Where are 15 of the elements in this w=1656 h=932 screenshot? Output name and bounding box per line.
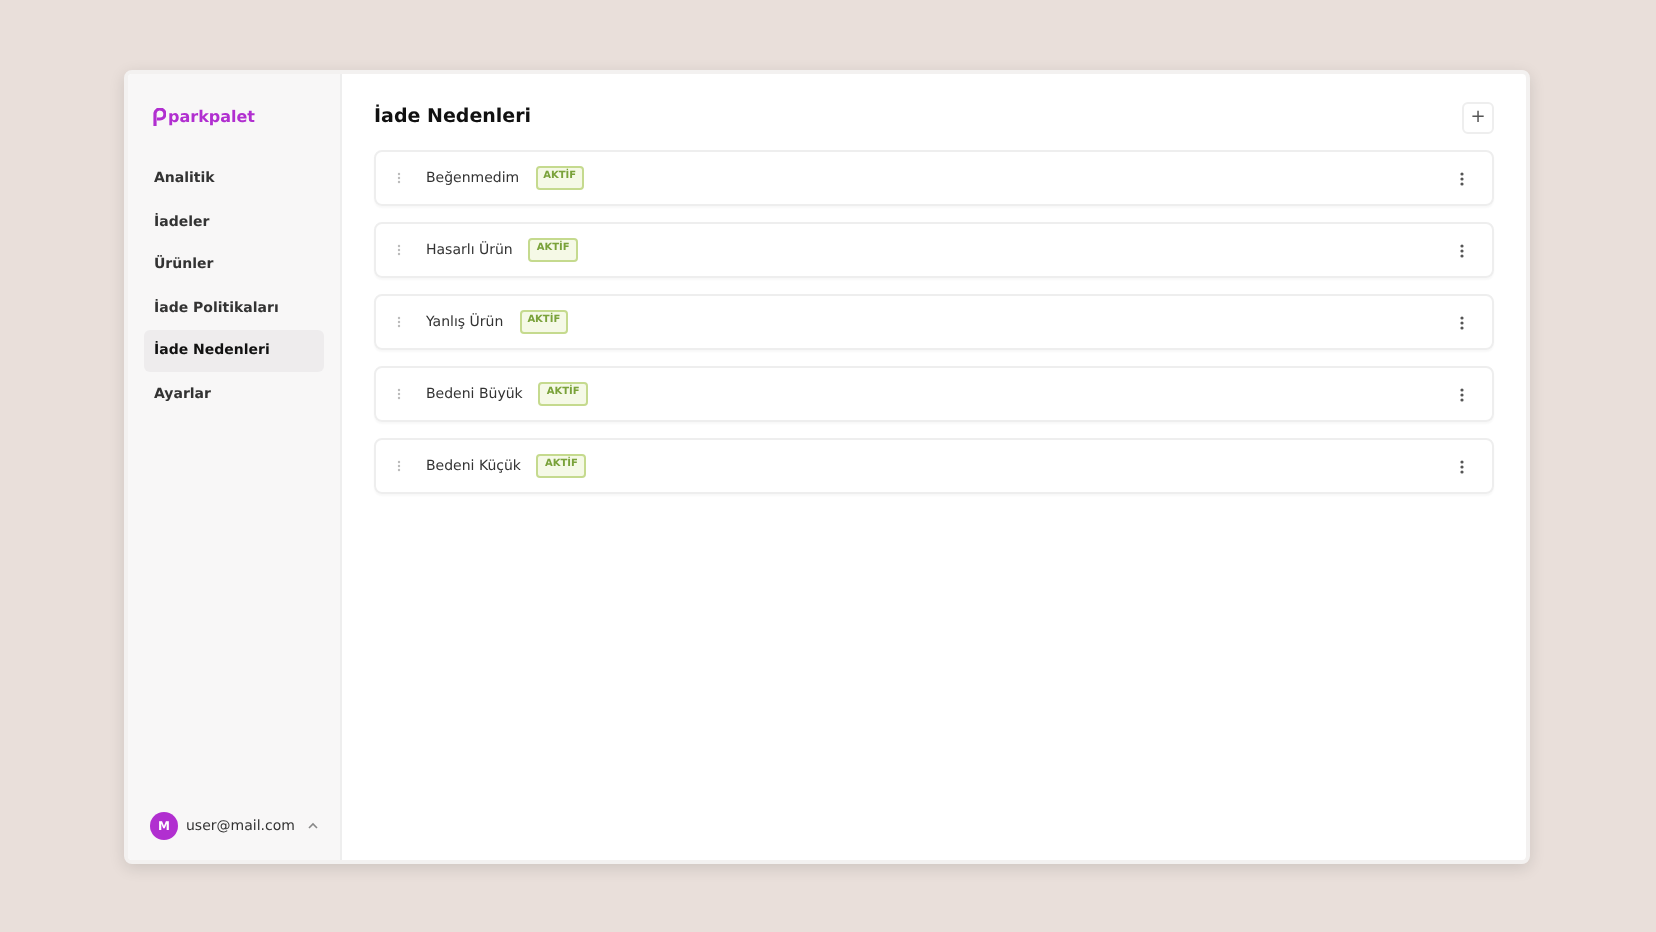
more-options-icon[interactable] xyxy=(1456,315,1468,329)
more-options-icon[interactable] xyxy=(1456,459,1468,473)
logo-icon xyxy=(152,108,166,128)
more-options-icon[interactable] xyxy=(1456,243,1468,257)
chevron-up-icon[interactable] xyxy=(308,822,318,830)
logo-text: parkpalet xyxy=(168,106,256,130)
add-button[interactable]: + xyxy=(1462,102,1494,134)
page-title: İade Nedenleri xyxy=(374,106,532,130)
drag-handle-icon[interactable] xyxy=(396,316,402,328)
drag-handle-icon[interactable] xyxy=(396,244,402,256)
drag-handle-icon[interactable] xyxy=(396,460,402,472)
drag-handle-icon[interactable] xyxy=(396,172,402,184)
more-options-icon[interactable] xyxy=(1456,387,1468,401)
drag-handle-icon[interactable] xyxy=(396,388,402,400)
more-options-icon[interactable] xyxy=(1456,171,1468,185)
